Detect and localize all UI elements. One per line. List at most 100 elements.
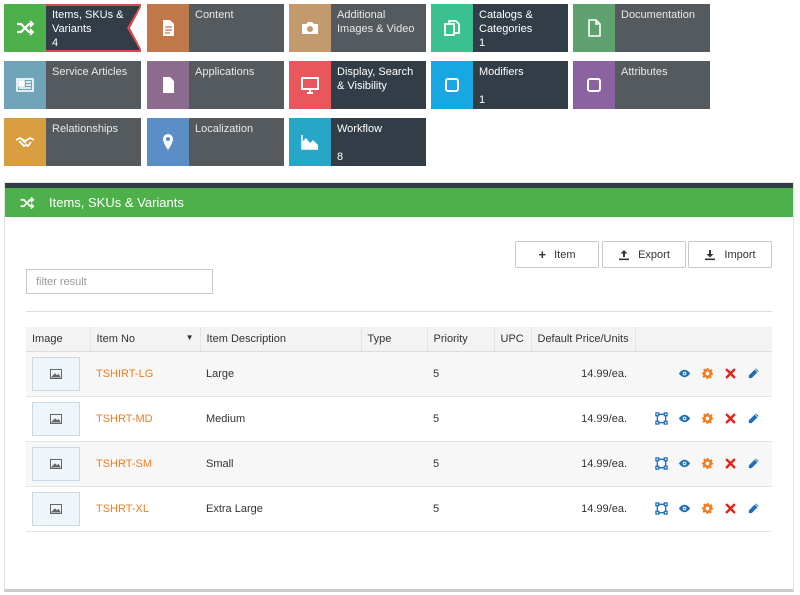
cell-actions [635, 486, 772, 532]
item-no-link[interactable]: TSHRT-MD [96, 413, 153, 425]
tile-label: Content [195, 9, 234, 21]
copy-icon [431, 4, 473, 52]
variants-icon[interactable] [655, 502, 668, 515]
filter-input[interactable] [26, 269, 213, 294]
table-row: TSHRT-SM Small 5 14.99/ea. [26, 441, 772, 487]
shuffle-icon [20, 196, 35, 209]
view-icon[interactable] [678, 367, 691, 380]
edit-pencil-icon[interactable] [747, 502, 760, 515]
tile-content[interactable]: Content [147, 4, 284, 52]
item-no-link[interactable]: TSHIRT-LG [96, 368, 153, 380]
row-actions [641, 367, 772, 380]
import-button[interactable]: Import [688, 241, 772, 268]
image-placeholder-icon[interactable] [32, 491, 80, 526]
add-item-label: Item [554, 248, 576, 261]
tile-attributes[interactable]: Attributes [573, 61, 710, 109]
tile-additional-images-video[interactable]: Additional Images & Video [289, 4, 426, 52]
delete-x-icon[interactable] [724, 412, 737, 425]
tile-count: 4 [52, 37, 59, 49]
document-icon [147, 4, 189, 52]
square-outline-icon [573, 61, 615, 109]
image-placeholder-icon[interactable] [32, 401, 80, 436]
settings-gear-icon[interactable] [701, 502, 714, 515]
sort-desc-icon[interactable]: ▼ [186, 333, 194, 342]
item-no-link[interactable]: TSHRT-XL [96, 503, 149, 515]
cell-description: Medium [200, 396, 361, 442]
panel-title: Items, SKUs & Variants [49, 195, 184, 210]
page-icon [147, 61, 189, 109]
tile-catalogs-categories[interactable]: Catalogs & Categories 1 [431, 4, 568, 52]
table-header-row: Image Item No ▼ Item Description Type Pri… [26, 327, 772, 352]
download-icon [705, 249, 716, 260]
tile-label: Attributes [621, 66, 668, 78]
cell-actions [635, 351, 772, 397]
tile-label: Applications [195, 66, 255, 78]
tile-applications[interactable]: Applications [147, 61, 284, 109]
view-icon[interactable] [678, 502, 691, 515]
col-item-no-label: Item No [96, 332, 136, 345]
file-icon [573, 4, 615, 52]
tile-label: Relationships [52, 123, 119, 135]
cell-priority: 5 [427, 441, 494, 487]
tile-items-skus-variants[interactable]: Items, SKUs & Variants 4 [4, 4, 141, 52]
cell-actions [635, 396, 772, 442]
col-item-description[interactable]: Item Description [200, 327, 362, 352]
shuffle-icon [4, 4, 46, 52]
edit-pencil-icon[interactable] [747, 457, 760, 470]
view-icon[interactable] [678, 412, 691, 425]
cell-upc [494, 486, 531, 532]
tile-label: Modifiers [479, 66, 524, 78]
tile-label: Service Articles [52, 66, 128, 78]
row-actions [641, 457, 772, 470]
variants-icon[interactable] [655, 457, 668, 470]
map-pin-icon [147, 118, 189, 166]
cell-image [26, 441, 90, 487]
col-upc[interactable]: UPC [494, 327, 532, 352]
cell-priority: 5 [427, 396, 494, 442]
cell-description: Large [200, 351, 361, 397]
cell-upc [494, 396, 531, 442]
cell-item-no: TSHRT-SM [90, 441, 200, 487]
tile-workflow[interactable]: Workflow 8 [289, 118, 426, 166]
cell-price: 14.99/ea. [531, 486, 635, 532]
settings-gear-icon[interactable] [701, 412, 714, 425]
tile-modifiers[interactable]: Modifiers 1 [431, 61, 568, 109]
delete-x-icon[interactable] [724, 502, 737, 515]
variants-icon[interactable] [655, 412, 668, 425]
export-button[interactable]: Export [602, 241, 686, 268]
add-item-button[interactable]: + Item [515, 241, 599, 268]
delete-x-icon[interactable] [724, 367, 737, 380]
upload-icon [619, 249, 630, 260]
cell-item-no: TSHIRT-LG [90, 351, 200, 397]
tile-service-articles[interactable]: Service Articles [4, 61, 141, 109]
tile-documentation[interactable]: Documentation [573, 4, 710, 52]
tile-display-search-visibility[interactable]: Display, Search & Visibility [289, 61, 426, 109]
cell-type [361, 441, 427, 487]
tile-count: 1 [479, 37, 486, 49]
edit-pencil-icon[interactable] [747, 367, 760, 380]
tile-relationships[interactable]: Relationships [4, 118, 141, 166]
view-icon[interactable] [678, 457, 691, 470]
area-chart-icon [289, 118, 331, 166]
settings-gear-icon[interactable] [701, 367, 714, 380]
image-placeholder-icon[interactable] [32, 356, 80, 391]
delete-x-icon[interactable] [724, 457, 737, 470]
item-no-link[interactable]: TSHRT-SM [96, 458, 152, 470]
col-actions [635, 327, 772, 352]
tile-label: Catalogs & Categories [479, 9, 533, 35]
col-image[interactable]: Image [26, 327, 91, 352]
cell-description: Small [200, 441, 361, 487]
col-priority[interactable]: Priority [427, 327, 495, 352]
import-label: Import [724, 248, 756, 261]
col-item-no[interactable]: Item No ▼ [90, 327, 201, 352]
export-label: Export [638, 248, 670, 261]
tile-localization[interactable]: Localization [147, 118, 284, 166]
cell-type [361, 396, 427, 442]
image-placeholder-icon[interactable] [32, 446, 80, 481]
tile-label: Localization [195, 123, 254, 135]
edit-pencil-icon[interactable] [747, 412, 760, 425]
settings-gear-icon[interactable] [701, 457, 714, 470]
col-type[interactable]: Type [361, 327, 428, 352]
cell-description: Extra Large [200, 486, 361, 532]
col-default-price[interactable]: Default Price/Units [531, 327, 636, 352]
